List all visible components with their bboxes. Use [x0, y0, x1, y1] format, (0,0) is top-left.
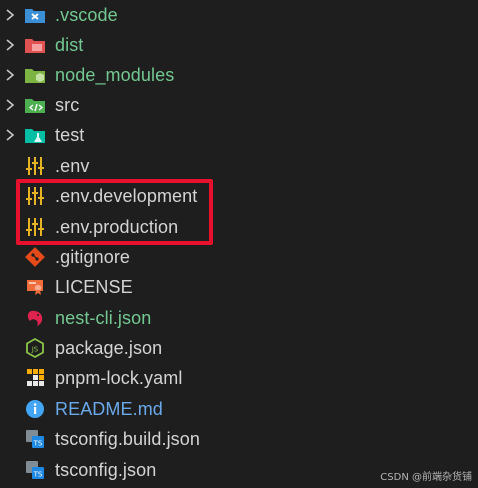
- folder-label: dist: [55, 35, 84, 55]
- folder-label: .vscode: [55, 5, 118, 25]
- info-icon: [26, 400, 44, 418]
- file-label: .gitignore: [55, 247, 131, 267]
- src-folder-icon: [25, 99, 45, 113]
- file-license[interactable]: LICENSE: [0, 272, 478, 302]
- folder-test[interactable]: test: [0, 120, 478, 150]
- chevron-right-icon[interactable]: [3, 67, 17, 83]
- pnpm-icon: [27, 369, 44, 386]
- file-explorer: .vscode dist node_modules src test .env …: [0, 0, 478, 488]
- vscode-folder-icon: [25, 9, 45, 23]
- file-env[interactable]: .env: [0, 151, 478, 181]
- file-label: package.json: [55, 338, 163, 358]
- node-modules-folder-icon: [25, 69, 45, 83]
- folder-src[interactable]: src: [0, 90, 478, 120]
- folder-label: node_modules: [55, 65, 175, 85]
- file-gitignore[interactable]: .gitignore: [0, 242, 478, 272]
- license-icon: [27, 280, 43, 295]
- git-icon: [25, 247, 45, 267]
- folder-label: src: [55, 95, 80, 115]
- file-package-json[interactable]: JS package.json: [0, 333, 478, 363]
- svg-text:TS: TS: [33, 471, 43, 479]
- tsconfig-icon: TS: [26, 430, 44, 448]
- file-label: .env: [55, 156, 90, 176]
- file-tsconfig-build-json[interactable]: TS tsconfig.build.json: [0, 424, 478, 454]
- file-label: tsconfig.json: [55, 460, 157, 480]
- chevron-right-icon[interactable]: [3, 127, 17, 143]
- env-settings-icon: [26, 157, 44, 175]
- file-label: pnpm-lock.yaml: [55, 368, 183, 388]
- tsconfig-icon: TS: [26, 461, 44, 479]
- file-label: README.md: [55, 399, 163, 419]
- svg-text:JS: JS: [31, 346, 39, 354]
- file-readme-md[interactable]: README.md: [0, 394, 478, 424]
- folder-dist[interactable]: dist: [0, 30, 478, 60]
- dist-folder-icon: [25, 39, 45, 53]
- svg-text:TS: TS: [33, 440, 43, 448]
- folder-label: test: [55, 125, 85, 145]
- chevron-right-icon[interactable]: [3, 7, 17, 23]
- nestjs-icon: [27, 310, 43, 326]
- nodejs-icon: JS: [26, 338, 44, 358]
- chevron-right-icon[interactable]: [3, 37, 17, 53]
- folder-node-modules[interactable]: node_modules: [0, 60, 478, 90]
- highlight-box: [16, 179, 213, 245]
- watermark: CSDN @前端杂货铺: [380, 472, 472, 483]
- test-folder-icon: [25, 129, 45, 143]
- file-pnpm-lock-yaml[interactable]: pnpm-lock.yaml: [0, 363, 478, 393]
- file-label: LICENSE: [55, 277, 133, 297]
- file-nest-cli-json[interactable]: nest-cli.json: [0, 303, 478, 333]
- file-label: tsconfig.build.json: [55, 429, 200, 449]
- file-label: nest-cli.json: [55, 308, 152, 328]
- folder-vscode[interactable]: .vscode: [0, 0, 478, 30]
- chevron-right-icon[interactable]: [3, 97, 17, 113]
